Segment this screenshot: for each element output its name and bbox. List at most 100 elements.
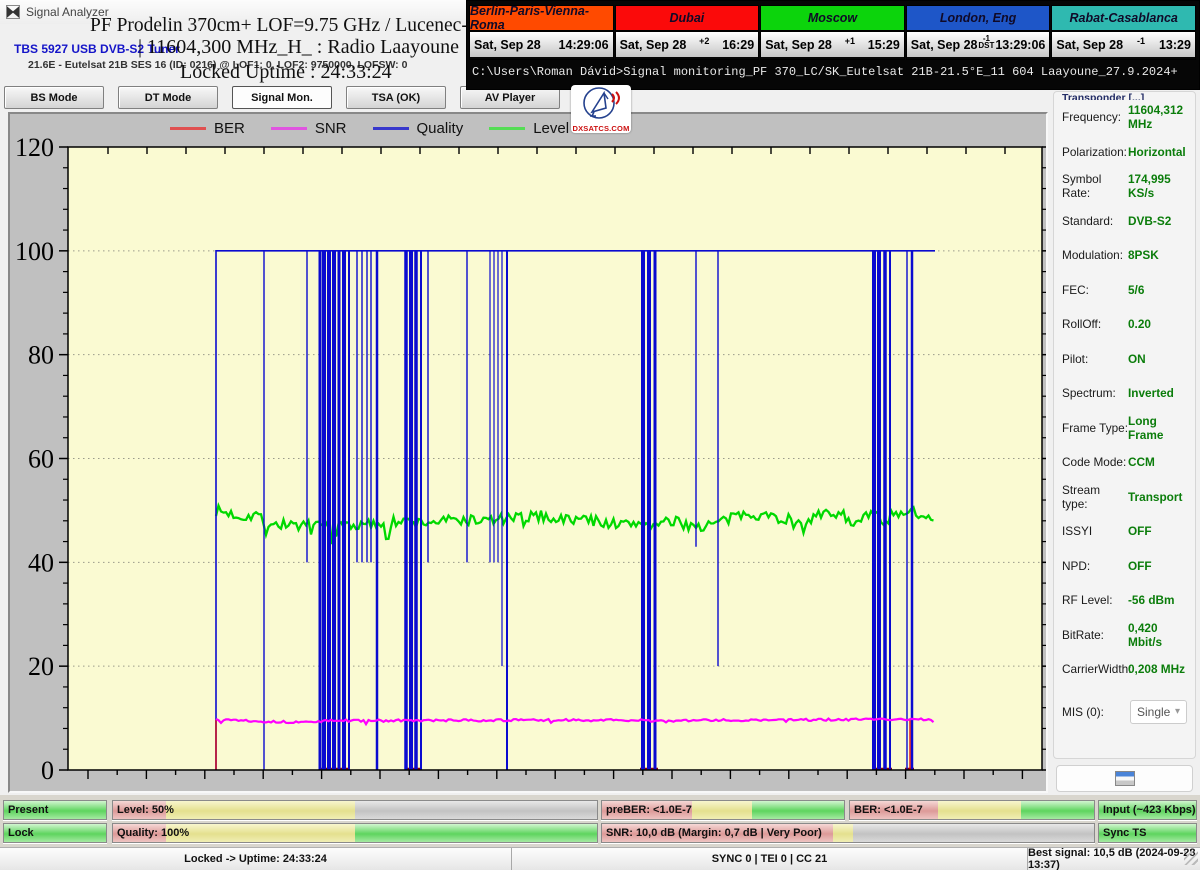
param-label: Code Mode: bbox=[1062, 455, 1128, 469]
param-issyi: ISSYIOFF bbox=[1054, 514, 1195, 549]
legend-label: SNR bbox=[315, 120, 347, 137]
param-label: Modulation: bbox=[1062, 248, 1128, 262]
param-value: Horizontal bbox=[1128, 145, 1186, 159]
list-icon bbox=[1115, 771, 1135, 786]
status-sync-counters: SYNC 0 | TEI 0 | CC 21 bbox=[512, 848, 1028, 870]
indicator-quality: Quality: 100% bbox=[112, 823, 598, 843]
clock-city-label: Dubai bbox=[616, 6, 759, 32]
param-label: RollOff: bbox=[1062, 317, 1128, 331]
param-rf-level-: RF Level:-56 dBm bbox=[1054, 583, 1195, 618]
param-pilot-: Pilot:ON bbox=[1054, 342, 1195, 377]
svg-text:20: 20 bbox=[28, 652, 54, 681]
indicator-snr: SNR: 10,0 dB (Margin: 0,7 dB | Very Poor… bbox=[601, 823, 1095, 843]
param-label: NPD: bbox=[1062, 559, 1128, 573]
legend-label: BER bbox=[214, 120, 245, 137]
clock-city-label: Rabat-Casablanca bbox=[1052, 6, 1195, 32]
clock-city-label: Moscow bbox=[761, 6, 904, 32]
clock-utc-offset: -1 bbox=[1123, 36, 1159, 46]
transponder-partial-label: Transponder [...] bbox=[1054, 92, 1195, 100]
mis-row: MIS (0): Single ▾ bbox=[1054, 695, 1195, 730]
transponder-list-button[interactable] bbox=[1056, 765, 1193, 792]
status-uptime: Locked -> Uptime: 24:33:24 bbox=[0, 848, 512, 870]
indicator-label: Sync TS bbox=[1103, 827, 1146, 839]
param-label: Frequency: bbox=[1062, 110, 1128, 124]
tab-bs-mode[interactable]: BS Mode bbox=[4, 86, 104, 109]
chart-legend: BER SNR Quality Level bbox=[170, 120, 569, 137]
parameter-rows: Frequency:11604,312 MHzPolarization:Hori… bbox=[1054, 100, 1195, 687]
param-value: 5/6 bbox=[1128, 283, 1144, 297]
param-value: 0,420 Mbit/s bbox=[1128, 621, 1187, 649]
legend-quality: Quality bbox=[373, 120, 464, 137]
param-spectrum-: Spectrum:Inverted bbox=[1054, 376, 1195, 411]
param-label: Standard: bbox=[1062, 214, 1128, 228]
tab-dt-mode[interactable]: DT Mode bbox=[118, 86, 218, 109]
indicator-preber: preBER: <1.0E-7 bbox=[601, 800, 845, 820]
tab-tsa-ok-[interactable]: TSA (OK) bbox=[346, 86, 446, 109]
status-indicators-area: PresentLevel: 50%preBER: <1.0E-7BER: <1.… bbox=[0, 795, 1200, 847]
param-label: ISSYI bbox=[1062, 524, 1128, 538]
param-value: 11604,312 MHz bbox=[1128, 103, 1187, 131]
clock-time: 14:29:06 bbox=[559, 38, 609, 52]
legend-swatch bbox=[271, 127, 307, 130]
legend-label: Level bbox=[533, 120, 569, 137]
param-label: CarrierWidth: bbox=[1062, 662, 1128, 676]
world-clocks: Berlin-Paris-Vienna-Roma Sat, Sep 28 14:29… bbox=[469, 5, 1197, 60]
param-label: Pilot: bbox=[1062, 352, 1128, 366]
clock-city-label: Berlin-Paris-Vienna-Roma bbox=[470, 6, 613, 32]
clock-time: 13:29:06 bbox=[995, 38, 1045, 52]
param-value: 8PSK bbox=[1128, 248, 1159, 262]
clock-city-label: London, Eng bbox=[907, 6, 1050, 32]
indicator-label: SNR: 10,0 dB (Margin: 0,7 dB | Very Poor… bbox=[606, 827, 822, 839]
clock-time: 16:29 bbox=[722, 38, 754, 52]
clock-dubai: Dubai Sat, Sep 28+216:29 bbox=[615, 5, 760, 60]
clock-moscow: MoscowSat, Sep 28+115:29 bbox=[760, 5, 905, 60]
mis-label: MIS (0): bbox=[1062, 705, 1128, 719]
param-bitrate-: BitRate:0,420 Mbit/s bbox=[1054, 618, 1195, 653]
parameters-sidebar: Transponder [...] Frequency:11604,312 MH… bbox=[1053, 91, 1196, 759]
satellite-dish-icon bbox=[579, 85, 623, 121]
legend-label: Quality bbox=[417, 120, 464, 137]
param-value: Long Frame bbox=[1128, 414, 1187, 442]
signal-chart-panel: BERSNRQualityLevel 020406080100120 bbox=[8, 112, 1048, 793]
indicator-label: Lock bbox=[8, 827, 34, 839]
param-value: Inverted bbox=[1128, 386, 1174, 400]
clock-date: Sat, Sep 28 bbox=[1056, 38, 1123, 52]
clock-rabat-casablanca: Rabat-Casablanca Sat, Sep 28-113:29 bbox=[1051, 5, 1196, 60]
param-code-mode-: Code Mode:CCM bbox=[1054, 445, 1195, 480]
legend-ber: BER bbox=[170, 120, 245, 137]
tab-signal-mon-[interactable]: Signal Mon. bbox=[232, 86, 332, 109]
resize-grip[interactable] bbox=[1184, 851, 1198, 865]
svg-text:0: 0 bbox=[41, 756, 54, 785]
clock-date: Sat, Sep 28 bbox=[765, 38, 832, 52]
svg-text:60: 60 bbox=[28, 445, 54, 474]
param-label: Polarization: bbox=[1062, 145, 1128, 159]
mis-dropdown[interactable]: Single ▾ bbox=[1130, 700, 1187, 724]
param-modulation-: Modulation:8PSK bbox=[1054, 238, 1195, 273]
param-npd-: NPD:OFF bbox=[1054, 549, 1195, 584]
param-label: Stream type: bbox=[1062, 483, 1128, 511]
clock-utc-offset: +2 bbox=[686, 36, 722, 46]
legend-swatch bbox=[373, 127, 409, 130]
indicator-label: Quality: 100% bbox=[117, 827, 189, 839]
param-label: Spectrum: bbox=[1062, 386, 1128, 400]
param-value: 0,208 MHz bbox=[1128, 662, 1185, 676]
logo-caption: DXSATCS.COM bbox=[571, 124, 631, 133]
chevron-down-icon: ▾ bbox=[1175, 706, 1180, 717]
legend-swatch bbox=[170, 127, 206, 130]
param-value: OFF bbox=[1128, 559, 1152, 573]
clock-time: 15:29 bbox=[868, 38, 900, 52]
clock-date: Sat, Sep 28 bbox=[620, 38, 687, 52]
param-symbol-rate-: Symbol Rate:174,995 KS/s bbox=[1054, 169, 1195, 204]
indicator-label: Present bbox=[8, 804, 48, 816]
legend-snr: SNR bbox=[271, 120, 347, 137]
clock-utc-offset: -1DST bbox=[977, 33, 995, 48]
param-label: BitRate: bbox=[1062, 628, 1128, 642]
legend-swatch bbox=[489, 127, 525, 130]
clock-time: 13:29 bbox=[1159, 38, 1191, 52]
param-stream-type-: Stream type:Transport bbox=[1054, 480, 1195, 515]
indicator-label: preBER: <1.0E-7 bbox=[606, 804, 692, 816]
indicator-input: Input (~423 Kbps) bbox=[1098, 800, 1197, 820]
app-logo-icon bbox=[6, 5, 20, 19]
svg-text:40: 40 bbox=[28, 548, 54, 577]
param-standard-: Standard:DVB-S2 bbox=[1054, 204, 1195, 239]
